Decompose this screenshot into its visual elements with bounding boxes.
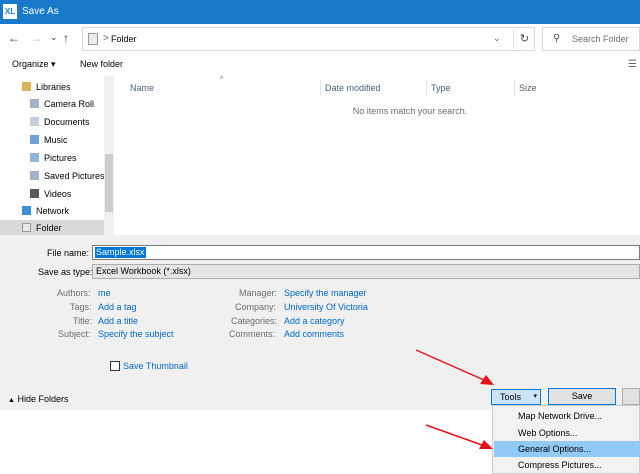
network-icon: [22, 206, 31, 215]
refresh-icon[interactable]: ↻: [513, 29, 535, 49]
file-name-label: File name:: [47, 248, 90, 258]
nav-item-network[interactable]: Network: [22, 203, 69, 219]
file-name-value: Sample.xlsx: [95, 247, 146, 258]
column-header-date-modified[interactable]: Date modified: [320, 80, 426, 96]
file-list: ^ Name Date modified Type Size No items …: [114, 76, 640, 235]
manager-label: Manager:: [239, 288, 278, 298]
nav-item-libraries[interactable]: Libraries: [22, 79, 71, 95]
hide-folders-button[interactable]: ▲ Hide Folders: [8, 394, 68, 404]
empty-results-message: No items match your search.: [352, 106, 468, 116]
camera-roll-icon: [30, 99, 39, 108]
music-icon: [30, 135, 39, 144]
forward-arrow-icon[interactable]: →: [30, 32, 42, 44]
breadcrumb-folder[interactable]: Folder: [111, 34, 137, 44]
view-options-icon[interactable]: ☰: [628, 59, 637, 70]
search-input[interactable]: ⚲ Search Folder: [542, 27, 640, 51]
nav-item-music[interactable]: Music: [30, 132, 68, 148]
tools-dropdown-arrow-icon: ▾: [533, 393, 537, 400]
up-arrow-icon[interactable]: ↑: [63, 32, 69, 44]
saved-pictures-icon: [30, 171, 39, 180]
save-button[interactable]: Save: [548, 388, 616, 405]
menu-item-map-network-drive[interactable]: Map Network Drive...: [494, 408, 640, 424]
nav-item-pictures[interactable]: Pictures: [30, 150, 77, 166]
categories-label: Categories:: [231, 316, 278, 326]
videos-icon: [30, 189, 39, 198]
column-header-type[interactable]: Type: [426, 80, 514, 96]
company-label: Company:: [235, 302, 277, 312]
menu-item-general-options[interactable]: General Options...: [494, 441, 640, 457]
save-thumbnail-checkbox[interactable]: [110, 361, 120, 371]
recent-locations-chevron-icon[interactable]: ⌄: [50, 31, 58, 43]
cancel-button[interactable]: [622, 388, 640, 405]
comments-label: Comments:: [229, 329, 276, 339]
excel-app-icon: XL: [3, 4, 17, 19]
manager-value[interactable]: Specify the manager: [284, 288, 367, 298]
categories-value[interactable]: Add a category: [284, 316, 345, 326]
column-header-name[interactable]: Name: [126, 80, 320, 96]
tags-value[interactable]: Add a tag: [98, 302, 137, 312]
save-form: File name: Sample.xlsx Save as type: Exc…: [0, 235, 640, 410]
subject-label: Subject:: [58, 329, 91, 339]
comments-value[interactable]: Add comments: [284, 329, 344, 339]
annotation-arrow-general-options: [425, 424, 493, 449]
nav-item-documents[interactable]: Documents: [30, 114, 90, 130]
breadcrumb-separator-icon: >: [103, 33, 109, 44]
pictures-icon: [30, 153, 39, 162]
nav-item-camera-roll[interactable]: Camera Roll: [30, 96, 94, 112]
search-icon: ⚲: [553, 33, 561, 44]
back-arrow-icon[interactable]: ←: [8, 32, 20, 44]
tools-button[interactable]: Tools ▾: [491, 389, 541, 405]
company-value[interactable]: University Of Victoria: [284, 302, 368, 312]
libraries-icon: [22, 82, 31, 91]
authors-value[interactable]: me: [98, 288, 111, 298]
address-dropdown-chevron-icon[interactable]: ⌄: [493, 33, 501, 44]
documents-icon: [30, 117, 39, 126]
title-value[interactable]: Add a title: [98, 316, 138, 326]
menu-item-compress-pictures[interactable]: Compress Pictures...: [494, 457, 640, 473]
title-bar: XL Save As: [0, 0, 640, 24]
address-field[interactable]: > Folder ⌄ ↻: [82, 27, 535, 51]
subject-value[interactable]: Specify the subject: [98, 329, 174, 339]
annotation-arrow-tools: [415, 349, 494, 385]
save-as-type-label: Save as type:: [38, 267, 93, 277]
navigation-pane: Libraries Camera Roll Documents Music Pi…: [0, 76, 114, 235]
save-as-type-select[interactable]: Excel Workbook (*.xlsx): [92, 264, 640, 279]
nav-item-saved-pictures[interactable]: Saved Pictures: [30, 168, 105, 184]
tools-menu: Map Network Drive... Web Options... Gene…: [492, 405, 640, 474]
title-label: Title:: [73, 316, 93, 326]
folder-icon: [22, 223, 31, 232]
folder-icon: [88, 33, 98, 45]
tags-label: Tags:: [70, 302, 92, 312]
chevron-up-icon: ▲: [8, 397, 15, 404]
address-bar-row: ← → ⌄ ↑ > Folder ⌄ ↻ ⚲ Search Folder: [0, 24, 640, 54]
organize-button[interactable]: Organize ▾: [12, 59, 56, 70]
nav-item-videos[interactable]: Videos: [30, 186, 71, 202]
nav-item-folder[interactable]: Folder: [0, 220, 104, 235]
dialog-bottom-area: [0, 410, 492, 474]
nav-scrollbar-thumb[interactable]: [105, 154, 113, 212]
nav-scrollbar[interactable]: [104, 76, 114, 235]
authors-label: Authors:: [57, 288, 91, 298]
column-header-size[interactable]: Size: [514, 80, 574, 96]
search-placeholder: Search Folder: [572, 34, 629, 44]
command-toolbar: Organize ▾ New folder ☰: [0, 54, 640, 76]
window-title: Save As: [22, 6, 59, 17]
save-thumbnail-label[interactable]: Save Thumbnail: [123, 361, 188, 371]
file-name-input[interactable]: Sample.xlsx: [92, 245, 640, 260]
new-folder-button[interactable]: New folder: [80, 59, 123, 69]
menu-item-web-options[interactable]: Web Options...: [494, 425, 640, 441]
